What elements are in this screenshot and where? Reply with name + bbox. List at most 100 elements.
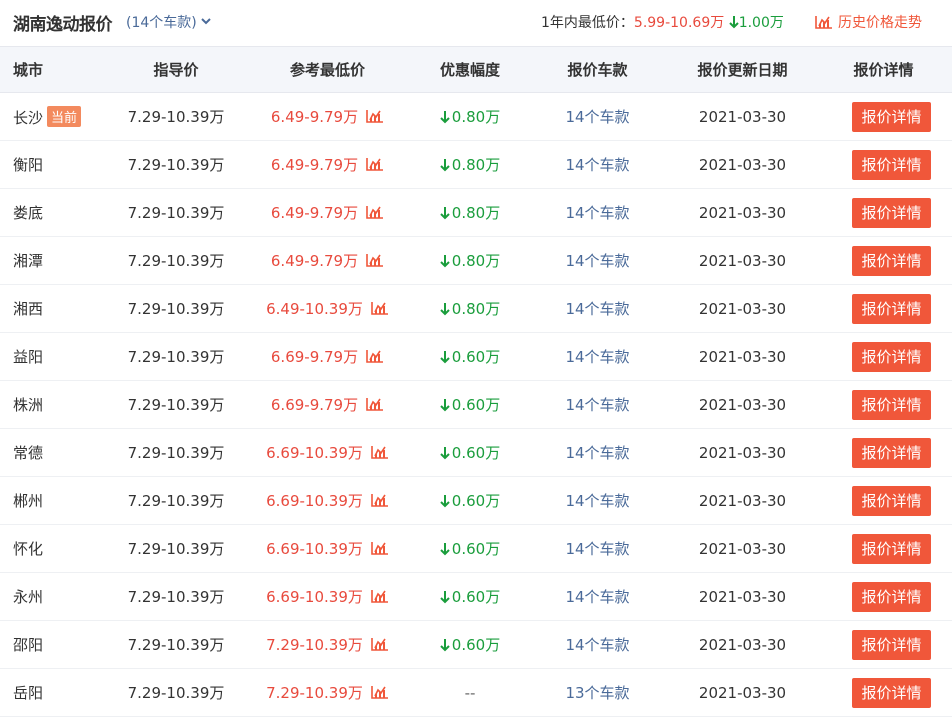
models-link[interactable]: 14个车款 <box>565 204 629 222</box>
arrow-down-icon <box>440 494 450 512</box>
price-details-button[interactable]: 报价详情 <box>852 581 931 612</box>
price-details-button[interactable]: 报价详情 <box>852 485 931 516</box>
discount-cell: 0.60万 <box>415 524 525 573</box>
arrow-down-icon <box>440 110 450 128</box>
column-header-reference-price: 参考最低价 <box>240 46 415 93</box>
discount-cell: 0.80万 <box>415 284 525 333</box>
city-name: 常德 <box>13 444 44 462</box>
arrow-down-icon <box>440 206 450 224</box>
lowest-price-summary: 1年内最低价：5.99-10.69万 1.00万 <box>541 12 784 32</box>
price-details-button[interactable]: 报价详情 <box>852 437 931 468</box>
price-details-button[interactable]: 报价详情 <box>852 293 931 324</box>
page-title: 湖南逸动报价 <box>13 15 113 35</box>
history-price-trend-label: 历史价格走势 <box>838 15 922 31</box>
details-cell: 报价详情 <box>815 476 952 525</box>
chart-icon[interactable] <box>371 637 389 655</box>
price-details-button[interactable]: 报价详情 <box>852 245 931 276</box>
discount-amount: 0.60万 <box>451 443 501 462</box>
models-link[interactable]: 14个车款 <box>565 540 629 558</box>
guide-price-cell: 7.29-10.39万 <box>112 428 240 477</box>
models-link[interactable]: 14个车款 <box>565 348 629 366</box>
discount-value: 0.60万 <box>440 588 500 606</box>
column-header-models: 报价车款 <box>525 46 670 93</box>
models-cell: 14个车款 <box>525 572 670 621</box>
models-link[interactable]: 14个车款 <box>565 444 629 462</box>
models-link[interactable]: 14个车款 <box>565 636 629 654</box>
models-link[interactable]: 14个车款 <box>565 108 629 126</box>
reference-price-cell: 7.29-10.39万 <box>240 668 415 717</box>
chart-icon[interactable] <box>371 493 389 511</box>
price-details-button[interactable]: 报价详情 <box>852 629 931 660</box>
lowest-price-label: 1年内最低价： <box>541 15 634 31</box>
city-cell: 怀化 <box>0 524 112 573</box>
models-cell: 14个车款 <box>525 236 670 285</box>
price-details-button[interactable]: 报价详情 <box>852 197 931 228</box>
update-date-cell: 2021-03-30 <box>670 140 815 189</box>
discount-amount: 0.80万 <box>451 155 501 174</box>
arrow-down-icon <box>728 16 739 29</box>
table-row: 益阳 7.29-10.39万 6.69-9.79万 0.60万 14个车款 2021-03… <box>0 332 952 381</box>
models-link[interactable]: 14个车款 <box>565 156 629 174</box>
update-date-cell: 2021-03-30 <box>670 572 815 621</box>
discount-value: 0.60万 <box>440 492 500 510</box>
models-cell: 14个车款 <box>525 380 670 429</box>
discount-cell: 0.60万 <box>415 476 525 525</box>
details-cell: 报价详情 <box>815 380 952 429</box>
city-name: 株洲 <box>13 396 44 414</box>
models-link[interactable]: 14个车款 <box>565 396 629 414</box>
price-details-button[interactable]: 报价详情 <box>852 389 931 420</box>
price-details-button[interactable]: 报价详情 <box>852 149 931 180</box>
chart-icon[interactable] <box>371 589 389 607</box>
guide-price-cell: 7.29-10.39万 <box>112 332 240 381</box>
city-name: 衡阳 <box>13 156 44 174</box>
chart-icon[interactable] <box>371 301 389 319</box>
reference-price: 6.49-9.79万 <box>270 156 359 174</box>
price-details-button[interactable]: 报价详情 <box>852 341 931 372</box>
city-name: 湘潭 <box>13 252 44 270</box>
reference-price-cell: 7.29-10.39万 <box>240 620 415 669</box>
table-row: 郴州 7.29-10.39万 6.69-10.39万 0.60万 14个车款 2021-0… <box>0 476 952 525</box>
guide-price-cell: 7.29-10.39万 <box>112 140 240 189</box>
chart-icon[interactable] <box>371 445 389 463</box>
reference-price: 6.69-10.39万 <box>266 540 363 558</box>
update-date-cell: 2021-03-30 <box>670 188 815 237</box>
price-details-button[interactable]: 报价详情 <box>852 533 931 564</box>
models-cell: 14个车款 <box>525 332 670 381</box>
models-cell: 14个车款 <box>525 188 670 237</box>
guide-price-cell: 7.29-10.39万 <box>112 380 240 429</box>
chart-icon[interactable] <box>371 685 389 703</box>
models-link[interactable]: 13个车款 <box>565 684 629 702</box>
chart-icon[interactable] <box>366 253 384 271</box>
models-link[interactable]: 14个车款 <box>565 252 629 270</box>
discount-value: 0.60万 <box>440 444 500 462</box>
chart-icon[interactable] <box>371 541 389 559</box>
city-cell: 永州 <box>0 572 112 621</box>
price-details-button[interactable]: 报价详情 <box>852 101 931 132</box>
history-price-trend-link[interactable]: 历史价格走势 <box>815 12 922 32</box>
discount-cell: 0.80万 <box>415 188 525 237</box>
models-count-dropdown[interactable]: (14个车款) <box>126 12 212 32</box>
price-details-button[interactable]: 报价详情 <box>852 677 931 708</box>
table-header-row: 城市 指导价 参考最低价 优惠幅度 报价车款 报价更新日期 报价详情 <box>0 46 952 93</box>
guide-price-cell: 7.29-10.39万 <box>112 92 240 141</box>
discount-value: 0.80万 <box>440 156 500 174</box>
chart-icon[interactable] <box>366 109 384 127</box>
models-cell: 13个车款 <box>525 668 670 717</box>
models-link[interactable]: 14个车款 <box>565 492 629 510</box>
reference-price: 6.49-9.79万 <box>270 204 359 222</box>
models-link[interactable]: 14个车款 <box>565 300 629 318</box>
discount-cell: 0.80万 <box>415 140 525 189</box>
discount-value: 0.60万 <box>440 540 500 558</box>
chart-icon[interactable] <box>366 157 384 175</box>
arrow-down-icon <box>440 446 450 464</box>
models-link[interactable]: 14个车款 <box>565 588 629 606</box>
city-cell: 长沙 当前 <box>0 92 112 141</box>
chart-icon[interactable] <box>366 397 384 415</box>
reference-price: 6.69-9.79万 <box>270 396 359 414</box>
discount-cell: 0.80万 <box>415 236 525 285</box>
table-row: 邵阳 7.29-10.39万 7.29-10.39万 0.60万 14个车款 2021-0… <box>0 620 952 669</box>
chart-icon[interactable] <box>366 349 384 367</box>
chart-icon[interactable] <box>366 205 384 223</box>
reference-price-cell: 6.49-9.79万 <box>240 236 415 285</box>
models-cell: 14个车款 <box>525 524 670 573</box>
